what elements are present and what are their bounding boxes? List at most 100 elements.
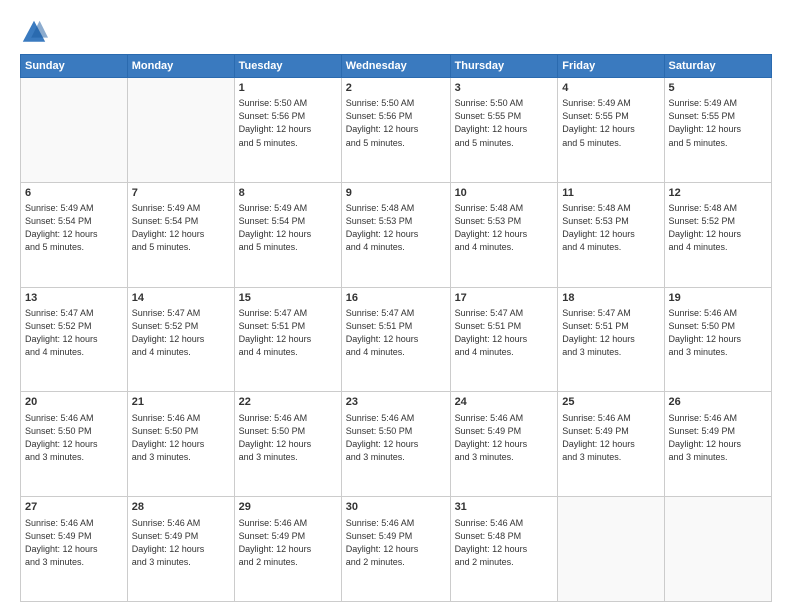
calendar-cell: 21 Sunrise: 5:46 AM Sunset: 5:50 PM Dayli…	[127, 392, 234, 497]
weekday-header-saturday: Saturday	[664, 55, 771, 78]
day-info: Sunrise: 5:47 AM Sunset: 5:51 PM Dayligh…	[455, 307, 554, 359]
weekday-header-monday: Monday	[127, 55, 234, 78]
calendar-cell: 13Sunrise: 5:47 AM Sunset: 5:52 PM Dayli…	[21, 287, 128, 392]
day-info: Sunrise: 5:48 AM Sunset: 5:53 PM Dayligh…	[562, 202, 659, 254]
day-info: Sunrise: 5:49 AM Sunset: 5:54 PM Dayligh…	[132, 202, 230, 254]
day-info: Sunrise: 5:47 AM Sunset: 5:52 PM Dayligh…	[25, 307, 123, 359]
calendar-week-4: 20 Sunrise: 5:46 AM Sunset: 5:50 PM Dayli…	[21, 392, 772, 497]
day-number: 17	[455, 291, 554, 306]
day-info: Sunrise: 5:46 AM Sunset: 5:49 PM Dayligh…	[239, 517, 337, 569]
calendar-cell: 18Sunrise: 5:47 AM Sunset: 5:51 PM Dayli…	[558, 287, 664, 392]
day-info: Sunrise: 5:50 AM Sunset: 5:55 PM Dayligh…	[455, 97, 554, 149]
day-info: Sunrise: 5:46 AM Sunset: 5:49 PM Dayligh…	[346, 517, 446, 569]
day-info: Sunrise: 5:46 AM Sunset: 5:50 PM Dayligh…	[346, 412, 446, 464]
calendar-cell: 5Sunrise: 5:49 AM Sunset: 5:55 PM Daylig…	[664, 78, 771, 183]
calendar-cell	[664, 497, 771, 602]
calendar-cell: 2Sunrise: 5:50 AM Sunset: 5:56 PM Daylig…	[341, 78, 450, 183]
calendar-cell: 6Sunrise: 5:49 AM Sunset: 5:54 PM Daylig…	[21, 182, 128, 287]
calendar-cell: 11Sunrise: 5:48 AM Sunset: 5:53 PM Dayli…	[558, 182, 664, 287]
calendar-week-5: 27Sunrise: 5:46 AM Sunset: 5:49 PM Dayli…	[21, 497, 772, 602]
calendar-header-row: SundayMondayTuesdayWednesdayThursdayFrid…	[21, 55, 772, 78]
day-number: 29	[239, 500, 337, 515]
day-number: 20	[25, 395, 123, 410]
calendar-week-2: 6Sunrise: 5:49 AM Sunset: 5:54 PM Daylig…	[21, 182, 772, 287]
day-info: Sunrise: 5:46 AM Sunset: 5:49 PM Dayligh…	[132, 517, 230, 569]
day-info: Sunrise: 5:46 AM Sunset: 5:48 PM Dayligh…	[455, 517, 554, 569]
day-number: 30	[346, 500, 446, 515]
day-info: Sunrise: 5:47 AM Sunset: 5:51 PM Dayligh…	[346, 307, 446, 359]
calendar-cell: 4Sunrise: 5:49 AM Sunset: 5:55 PM Daylig…	[558, 78, 664, 183]
day-number: 3	[455, 81, 554, 96]
day-info: Sunrise: 5:48 AM Sunset: 5:53 PM Dayligh…	[346, 202, 446, 254]
day-info: Sunrise: 5:49 AM Sunset: 5:54 PM Dayligh…	[25, 202, 123, 254]
day-number: 2	[346, 81, 446, 96]
day-info: Sunrise: 5:50 AM Sunset: 5:56 PM Dayligh…	[346, 97, 446, 149]
day-info: Sunrise: 5:46 AM Sunset: 5:50 PM Dayligh…	[25, 412, 123, 464]
calendar-cell: 27Sunrise: 5:46 AM Sunset: 5:49 PM Dayli…	[21, 497, 128, 602]
calendar-table: SundayMondayTuesdayWednesdayThursdayFrid…	[20, 54, 772, 602]
day-number: 5	[669, 81, 767, 96]
day-number: 14	[132, 291, 230, 306]
weekday-header-wednesday: Wednesday	[341, 55, 450, 78]
day-number: 24	[455, 395, 554, 410]
calendar-cell: 8Sunrise: 5:49 AM Sunset: 5:54 PM Daylig…	[234, 182, 341, 287]
day-number: 11	[562, 186, 659, 201]
calendar-cell: 22 Sunrise: 5:46 AM Sunset: 5:50 PM Dayli…	[234, 392, 341, 497]
calendar-cell: 9Sunrise: 5:48 AM Sunset: 5:53 PM Daylig…	[341, 182, 450, 287]
calendar-cell: 25 Sunrise: 5:46 AM Sunset: 5:49 PM Dayli…	[558, 392, 664, 497]
day-info: Sunrise: 5:46 AM Sunset: 5:49 PM Dayligh…	[25, 517, 123, 569]
day-number: 15	[239, 291, 337, 306]
day-number: 6	[25, 186, 123, 201]
day-number: 10	[455, 186, 554, 201]
calendar-cell: 24 Sunrise: 5:46 AM Sunset: 5:49 PM Dayli…	[450, 392, 558, 497]
calendar-week-3: 13Sunrise: 5:47 AM Sunset: 5:52 PM Dayli…	[21, 287, 772, 392]
calendar-cell: 20 Sunrise: 5:46 AM Sunset: 5:50 PM Dayli…	[21, 392, 128, 497]
day-info: Sunrise: 5:49 AM Sunset: 5:55 PM Dayligh…	[562, 97, 659, 149]
calendar-cell: 15Sunrise: 5:47 AM Sunset: 5:51 PM Dayli…	[234, 287, 341, 392]
calendar-cell: 23Sunrise: 5:46 AM Sunset: 5:50 PM Dayli…	[341, 392, 450, 497]
logo	[20, 18, 52, 46]
day-number: 16	[346, 291, 446, 306]
calendar-cell: 12Sunrise: 5:48 AM Sunset: 5:52 PM Dayli…	[664, 182, 771, 287]
day-number: 8	[239, 186, 337, 201]
weekday-header-thursday: Thursday	[450, 55, 558, 78]
calendar-cell: 14Sunrise: 5:47 AM Sunset: 5:52 PM Dayli…	[127, 287, 234, 392]
calendar-cell	[558, 497, 664, 602]
day-info: Sunrise: 5:46 AM Sunset: 5:49 PM Dayligh…	[455, 412, 554, 464]
logo-icon	[20, 18, 48, 46]
day-info: Sunrise: 5:46 AM Sunset: 5:50 PM Dayligh…	[669, 307, 767, 359]
weekday-header-friday: Friday	[558, 55, 664, 78]
day-info: Sunrise: 5:48 AM Sunset: 5:53 PM Dayligh…	[455, 202, 554, 254]
calendar-cell: 3Sunrise: 5:50 AM Sunset: 5:55 PM Daylig…	[450, 78, 558, 183]
calendar-cell: 26Sunrise: 5:46 AM Sunset: 5:49 PM Dayli…	[664, 392, 771, 497]
header	[20, 18, 772, 46]
calendar-cell: 29 Sunrise: 5:46 AM Sunset: 5:49 PM Dayli…	[234, 497, 341, 602]
calendar-cell: 7Sunrise: 5:49 AM Sunset: 5:54 PM Daylig…	[127, 182, 234, 287]
weekday-header-tuesday: Tuesday	[234, 55, 341, 78]
day-info: Sunrise: 5:47 AM Sunset: 5:52 PM Dayligh…	[132, 307, 230, 359]
calendar-week-1: 1Sunrise: 5:50 AM Sunset: 5:56 PM Daylig…	[21, 78, 772, 183]
day-info: Sunrise: 5:46 AM Sunset: 5:49 PM Dayligh…	[562, 412, 659, 464]
day-info: Sunrise: 5:46 AM Sunset: 5:50 PM Dayligh…	[132, 412, 230, 464]
day-number: 26	[669, 395, 767, 410]
day-info: Sunrise: 5:48 AM Sunset: 5:52 PM Dayligh…	[669, 202, 767, 254]
day-info: Sunrise: 5:49 AM Sunset: 5:54 PM Dayligh…	[239, 202, 337, 254]
day-number: 25	[562, 395, 659, 410]
calendar-cell: 10Sunrise: 5:48 AM Sunset: 5:53 PM Dayli…	[450, 182, 558, 287]
calendar-cell: 1Sunrise: 5:50 AM Sunset: 5:56 PM Daylig…	[234, 78, 341, 183]
page: SundayMondayTuesdayWednesdayThursdayFrid…	[0, 0, 792, 612]
day-info: Sunrise: 5:46 AM Sunset: 5:50 PM Dayligh…	[239, 412, 337, 464]
day-number: 18	[562, 291, 659, 306]
day-number: 21	[132, 395, 230, 410]
day-number: 7	[132, 186, 230, 201]
day-info: Sunrise: 5:47 AM Sunset: 5:51 PM Dayligh…	[239, 307, 337, 359]
day-number: 9	[346, 186, 446, 201]
calendar-cell: 17Sunrise: 5:47 AM Sunset: 5:51 PM Dayli…	[450, 287, 558, 392]
calendar-cell: 19Sunrise: 5:46 AM Sunset: 5:50 PM Dayli…	[664, 287, 771, 392]
day-number: 22	[239, 395, 337, 410]
day-number: 12	[669, 186, 767, 201]
weekday-header-sunday: Sunday	[21, 55, 128, 78]
day-number: 4	[562, 81, 659, 96]
calendar-cell	[127, 78, 234, 183]
calendar-cell: 28Sunrise: 5:46 AM Sunset: 5:49 PM Dayli…	[127, 497, 234, 602]
